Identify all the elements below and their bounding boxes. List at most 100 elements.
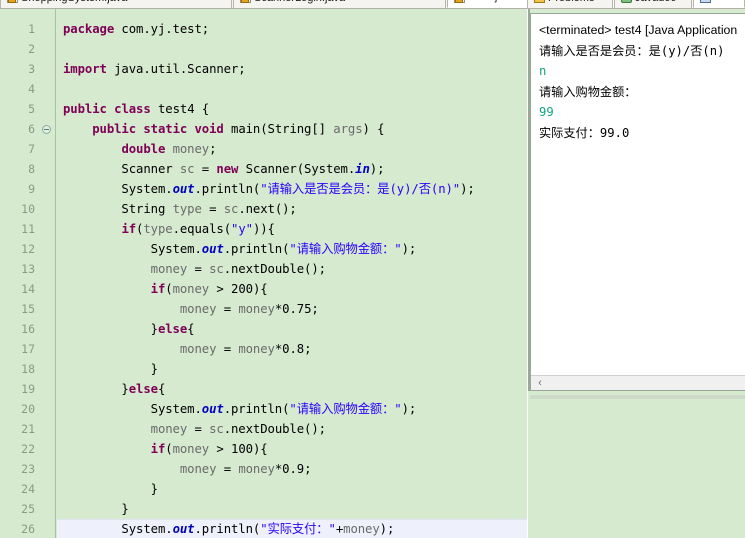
token-lvar: money — [172, 282, 210, 296]
gutter-row[interactable]: 18 — [0, 359, 55, 379]
code-area[interactable]: package com.yj.test; import java.util.Sca… — [57, 9, 527, 538]
gutter-row[interactable]: 3 — [0, 59, 55, 79]
gutter-row[interactable]: 14 — [0, 279, 55, 299]
gutter-row[interactable]: 22 — [0, 439, 55, 459]
line-number: 6 — [28, 122, 35, 136]
code-line[interactable]: System.out.println("实际支付："+money); — [57, 519, 527, 538]
code-line[interactable]: }else{ — [57, 319, 527, 339]
token-pln: .println( — [223, 402, 290, 416]
gutter-row[interactable]: 7 — [0, 139, 55, 159]
code-line[interactable]: money = money*0.8; — [57, 339, 527, 359]
line-number: 10 — [21, 202, 35, 216]
code-line[interactable]: if(money > 100){ — [57, 439, 527, 459]
gutter-row[interactable]: 23 — [0, 459, 55, 479]
line-number-gutter[interactable]: 1 2 3 4 5 6 7 8 9 10 11 12 13 14 15 16 17 18 19 20 21 22 23 24 2… — [0, 9, 56, 538]
code-line[interactable]: money = sc.nextDouble(); — [57, 259, 527, 279]
gutter-row[interactable]: 11 — [0, 219, 55, 239]
token-str: "请输入购物金额：" — [289, 242, 402, 256]
code-line[interactable]: money = sc.nextDouble(); — [57, 419, 527, 439]
token-kw: package — [63, 22, 115, 36]
console-sash[interactable] — [530, 395, 745, 399]
code-line[interactable]: if(money > 200){ — [57, 279, 527, 299]
gutter-row[interactable]: 12 — [0, 239, 55, 259]
gutter-row[interactable]: 25 — [0, 499, 55, 519]
gutter-row[interactable]: 15 — [0, 299, 55, 319]
scroll-left-arrow-icon[interactable]: ‹ — [533, 376, 547, 390]
java-source-editor[interactable]: 1 2 3 4 5 6 7 8 9 10 11 12 13 14 15 16 17 18 19 20 21 22 23 24 2… — [0, 9, 527, 538]
token-pln: ; — [304, 462, 312, 476]
gutter-row[interactable]: 13 — [0, 259, 55, 279]
gutter-row[interactable]: 24 — [0, 479, 55, 499]
gutter-row[interactable]: 5 — [0, 99, 55, 119]
console-text[interactable]: <terminated> test4 [Java Application 请输入是… — [539, 20, 745, 372]
token-lvar: type — [143, 222, 173, 236]
view-tab-0[interactable]: Problems — [527, 0, 613, 8]
console-output-line: 实际支付：99.0 — [539, 125, 630, 140]
line-number: 19 — [21, 382, 35, 396]
gutter-row[interactable]: 10 — [0, 199, 55, 219]
editor-tab-1[interactable]: ScannerLogin.java — [233, 0, 446, 8]
view-tab-1[interactable]: Javadoc — [614, 0, 692, 8]
token-str: "实际支付： — [260, 522, 329, 536]
code-line[interactable] — [57, 39, 527, 59]
token-kw: else — [128, 382, 158, 396]
code-line[interactable]: import java.util.Scanner; — [57, 59, 527, 79]
code-line[interactable]: money = money*0.9; — [57, 459, 527, 479]
code-line-text: } — [63, 359, 158, 379]
token-pln: } — [63, 482, 158, 496]
code-line-text: }else{ — [63, 379, 165, 399]
gutter-row[interactable]: 17 — [0, 339, 55, 359]
gutter-row[interactable]: 20 — [0, 399, 55, 419]
token-pln: Scanner — [63, 162, 180, 176]
code-line[interactable]: money = money*0.75; — [57, 299, 527, 319]
tab-label: Javadoc — [635, 0, 676, 4]
code-line[interactable]: } — [57, 479, 527, 499]
gutter-row[interactable]: 9 — [0, 179, 55, 199]
view-tab-2[interactable]: Console — [693, 0, 745, 8]
token-pln — [63, 462, 180, 476]
token-pln: )){ — [252, 222, 275, 236]
code-line[interactable]: System.out.println("请输入是否是会员：是(y)/否(n)")… — [57, 179, 527, 199]
token-pln: .next(); — [238, 202, 297, 216]
code-line[interactable]: String type = sc.next(); — [57, 199, 527, 219]
token-lvar: money — [179, 342, 217, 356]
line-number: 13 — [21, 262, 35, 276]
code-line-text: public static void main(String[] args) { — [63, 119, 384, 139]
token-num: 0.75 — [282, 302, 312, 316]
code-line-text: public class test4 { — [63, 99, 209, 119]
code-line[interactable]: if(type.equals("y")){ — [57, 219, 527, 239]
fold-collapse-icon[interactable] — [42, 125, 51, 134]
gutter-row[interactable]: 8 — [0, 159, 55, 179]
token-lvar: sc — [223, 202, 239, 216]
code-line[interactable]: System.out.println("请输入购物金额："); — [57, 239, 527, 259]
gutter-row[interactable]: 26 — [0, 519, 55, 538]
code-line[interactable]: public static void main(String[] args) { — [57, 119, 527, 139]
editor-tab-0[interactable]: ShoppingSystem.java — [0, 0, 232, 8]
code-line[interactable]: System.out.println("请输入购物金额："); — [57, 399, 527, 419]
gutter-row[interactable]: 6 — [0, 119, 55, 139]
code-line[interactable]: public class test4 { — [57, 99, 527, 119]
code-line[interactable]: double money; — [57, 139, 527, 159]
console-output-box[interactable]: <terminated> test4 [Java Application 请输入是… — [530, 13, 745, 391]
line-number: 24 — [21, 482, 35, 496]
gutter-row[interactable]: 1 — [0, 19, 55, 39]
code-line[interactable] — [57, 79, 527, 99]
gutter-row[interactable]: 16 — [0, 319, 55, 339]
code-line[interactable]: }else{ — [57, 379, 527, 399]
token-pln: ); — [401, 242, 417, 256]
gutter-row[interactable]: 19 — [0, 379, 55, 399]
line-number: 16 — [21, 322, 35, 336]
gutter-row[interactable]: 2 — [0, 39, 55, 59]
code-line[interactable]: Scanner sc = new Scanner(System.in); — [57, 159, 527, 179]
code-line-text: if(type.equals("y")){ — [63, 219, 275, 239]
line-number: 20 — [21, 402, 35, 416]
token-pln: ; — [304, 342, 312, 356]
console-horizontal-scrollbar[interactable]: ‹ — [531, 375, 745, 390]
code-line[interactable]: } — [57, 359, 527, 379]
line-number: 8 — [28, 162, 35, 176]
gutter-row[interactable]: 4 — [0, 79, 55, 99]
gutter-row[interactable]: 21 — [0, 419, 55, 439]
code-line[interactable]: } — [57, 499, 527, 519]
token-pln: ( — [165, 282, 173, 296]
code-line[interactable]: package com.yj.test; — [57, 19, 527, 39]
